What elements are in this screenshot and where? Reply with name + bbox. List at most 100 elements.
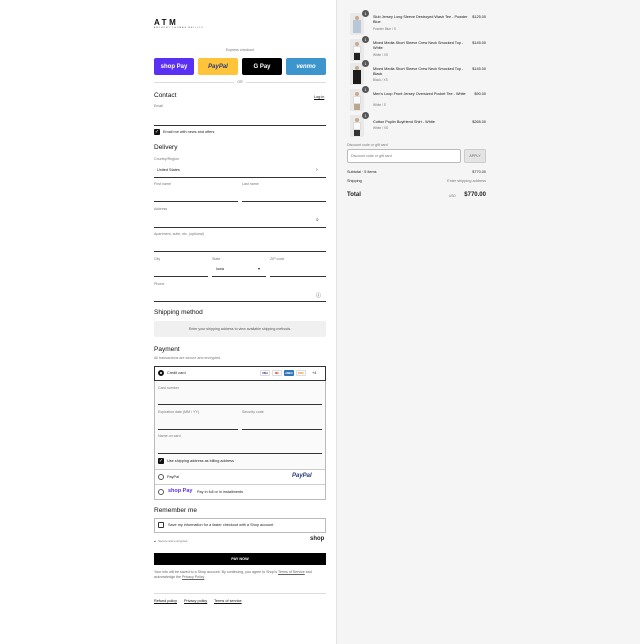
state-select[interactable]: Iowa — [216, 267, 224, 271]
remember-me-heading: Remember me — [154, 507, 197, 514]
billing-same-label: Use shipping address as billing address — [167, 459, 234, 463]
product-name: Mixed Media Short Sleeve Crew Neck Smock… — [373, 67, 464, 76]
shop-pay-logo: shop Pay — [168, 488, 193, 494]
pay-now-button[interactable]: PAY NOW — [154, 553, 326, 565]
expiration-underline — [158, 429, 238, 430]
card-number-underline — [158, 404, 322, 405]
apply-button[interactable]: APPLY — [464, 149, 486, 163]
product-name: Mixed Media Short Sleeve Crew Neck Smock… — [373, 41, 464, 50]
credit-card-radio[interactable] — [158, 370, 164, 376]
product-name: Cotton Poplin Boyfriend Shirt - White — [373, 120, 435, 124]
security-code-field[interactable]: Security code — [242, 410, 264, 414]
shop-pay-radio[interactable] — [158, 489, 164, 495]
card-number-field[interactable]: Card number — [158, 386, 179, 390]
paypal-radio[interactable] — [158, 474, 164, 480]
quantity-badge: 1 — [362, 36, 369, 43]
first-name-field[interactable]: First name — [154, 182, 171, 186]
state-label: State — [212, 257, 221, 261]
more-cards-count: +4 — [312, 371, 317, 375]
shop-pay-label: Pay in full or in installments — [197, 490, 244, 494]
discover-icon: DISC — [296, 370, 306, 376]
terms-link[interactable]: Terms of Service — [278, 570, 305, 574]
subtotal-label: Subtotal · 5 items — [347, 170, 377, 174]
divider — [155, 469, 325, 470]
email-field[interactable]: Email — [154, 104, 163, 108]
privacy-link[interactable]: Privacy Policy — [182, 575, 204, 579]
shop-pay-button[interactable]: shop Pay — [154, 58, 194, 75]
divider — [154, 593, 326, 594]
shipping-method-notice: Enter your shipping address to view avai… — [154, 321, 326, 337]
country-select[interactable]: United States — [157, 168, 180, 172]
product-price: $90.00 — [474, 92, 486, 96]
product-variant: Powder Blue / S — [373, 27, 396, 31]
discount-placeholder: Discount code or gift card — [351, 154, 392, 158]
product-price: $265.00 — [472, 120, 486, 124]
first-name-underline — [154, 201, 238, 202]
chevron-down-icon: ▾ — [258, 266, 261, 271]
name-on-card-underline — [158, 453, 322, 454]
lock-icon: 🔒︎ — [154, 539, 156, 543]
country-label: Country/Region — [154, 157, 179, 161]
legal-text: Your info will be saved to a Shop accoun… — [154, 570, 326, 580]
search-icon: ⌕ — [316, 217, 319, 223]
brand-logo[interactable]: ATM — [154, 18, 178, 27]
last-name-field[interactable]: Last name — [242, 182, 259, 186]
amex-icon: AMEX — [284, 370, 294, 376]
save-info-checkbox[interactable] — [158, 522, 164, 528]
security-code-underline — [242, 429, 322, 430]
paypal-button[interactable]: PayPal — [198, 58, 238, 75]
legal-text-start: Your info will be saved to a Shop accoun… — [154, 570, 278, 574]
city-field[interactable]: City — [154, 257, 160, 261]
product-variant: White / XS — [373, 53, 389, 57]
login-link[interactable]: Log in — [314, 95, 324, 99]
help-icon[interactable]: ⓘ — [316, 292, 321, 299]
quantity-badge: 1 — [362, 10, 369, 17]
product-price: $125.00 — [472, 15, 486, 19]
expiration-field[interactable]: Expiration date (MM / YY) — [158, 410, 199, 414]
product-name: Men's Loop Front Jersey Oversized Pocket… — [373, 92, 466, 96]
delivery-heading: Delivery — [154, 144, 178, 151]
subtotal-value: $770.00 — [472, 170, 486, 174]
brand-tagline: ANTHONY THOMAS MELILLO — [154, 27, 204, 29]
terms-of-service-link[interactable]: Terms of service — [214, 599, 242, 603]
quantity-badge: 1 — [362, 86, 369, 93]
zip-field[interactable]: ZIP code — [270, 257, 284, 261]
apartment-underline — [154, 251, 326, 252]
discount-label: Discount code or gift card — [347, 143, 388, 147]
payment-heading: Payment — [154, 346, 180, 353]
venmo-button[interactable]: venmo — [286, 58, 326, 75]
product-thumbnail — [350, 63, 364, 85]
phone-field[interactable]: Phone — [154, 282, 164, 286]
phone-underline — [154, 301, 326, 302]
address-field[interactable]: Address — [154, 207, 167, 211]
divider — [155, 484, 325, 485]
product-variant: Black / XS — [373, 78, 388, 82]
product-thumbnail — [350, 115, 364, 137]
express-checkout-label: Express checkout — [225, 48, 255, 52]
product-price: $145.00 — [472, 67, 486, 71]
billing-same-checkbox[interactable]: ✓ — [158, 458, 164, 464]
product-name: Slub Jersey Long Sleeve Destroyed Wash T… — [373, 15, 468, 24]
quantity-badge: 1 — [362, 112, 369, 119]
google-pay-button[interactable]: G Pay — [242, 58, 282, 75]
refund-policy-link[interactable]: Refund policy — [154, 599, 177, 603]
apartment-field[interactable]: Apartment, suite, etc. (optional) — [154, 232, 204, 236]
secure-label: Secure and encrypted — [158, 539, 188, 543]
quantity-badge: 1 — [362, 60, 369, 67]
total-label: Total — [347, 192, 361, 198]
last-name-underline — [242, 201, 326, 202]
newsletter-checkbox[interactable]: ✓ — [154, 129, 160, 135]
product-thumbnail — [350, 13, 364, 35]
privacy-policy-link[interactable]: Privacy policy — [184, 599, 207, 603]
save-info-label: Save my information for a faster checkou… — [168, 523, 274, 527]
chevron-down-icon: › — [316, 167, 318, 173]
or-label: OR — [234, 80, 246, 84]
product-price: $145.00 — [472, 41, 486, 45]
product-variant: White / S — [373, 103, 386, 107]
checkout-form-panel: ATM ANTHONY THOMAS MELILLO Express check… — [0, 0, 337, 644]
shipping-value: Enter shipping address — [447, 179, 486, 183]
paypal-logo: PayPal — [292, 473, 312, 479]
name-on-card-field[interactable]: Name on card — [158, 434, 181, 438]
shipping-label: Shipping — [347, 179, 362, 183]
contact-heading: Contact — [154, 92, 177, 99]
